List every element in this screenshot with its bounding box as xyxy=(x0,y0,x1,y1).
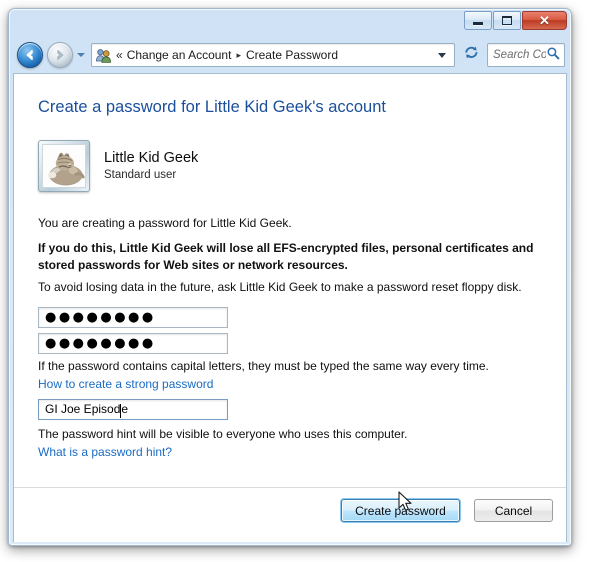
user-account-type: Standard user xyxy=(104,168,177,181)
password-hint-text-before-caret: GI Joe Episod xyxy=(45,402,121,417)
password-hint-input[interactable]: GI Joe Episode xyxy=(38,399,228,420)
password-reset-disk-text: To avoid losing data in the future, ask … xyxy=(38,280,522,294)
back-arrow-icon xyxy=(18,43,42,67)
navigation-bar: « Change an Account ▸ Create Password Se… xyxy=(9,37,571,73)
page-title: Create a password for Little Kid Geek's … xyxy=(38,98,386,116)
dialog-button-bar: Create password Cancel xyxy=(14,487,566,542)
refresh-button[interactable] xyxy=(459,43,483,67)
user-summary: Little Kid Geek Standard user xyxy=(38,140,198,192)
recent-pages-dropdown-icon[interactable] xyxy=(77,53,85,57)
password-masked-value: ●●●●●●●● xyxy=(45,310,156,325)
breadcrumb-overflow-icon[interactable]: « xyxy=(116,49,123,61)
minimize-icon xyxy=(473,22,483,25)
forward-arrow-icon xyxy=(48,43,72,67)
create-password-button[interactable]: Create password xyxy=(341,499,460,522)
address-bar[interactable]: « Change an Account ▸ Create Password xyxy=(91,43,455,67)
content-scroll-area: Create a password for Little Kid Geek's … xyxy=(14,74,566,488)
search-placeholder-text: Search Cont... xyxy=(493,49,546,61)
cancel-button[interactable]: Cancel xyxy=(474,499,553,522)
sleeping-kitten-picture xyxy=(43,145,85,187)
title-bar: ✕ xyxy=(9,9,571,37)
avatar xyxy=(38,140,90,192)
password-hint-value: GI Joe Episode xyxy=(45,402,129,418)
content-pane: Create a password for Little Kid Geek's … xyxy=(13,73,567,542)
caption-button-group: ✕ xyxy=(464,11,567,30)
control-panel-window: ✕ « Change an Account ▸ Create Password … xyxy=(8,8,572,546)
user-name: Little Kid Geek xyxy=(104,149,199,166)
confirm-password-masked-value: ●●●●●●●● xyxy=(45,336,156,351)
search-icon xyxy=(546,46,560,65)
hint-visibility-note: The password hint will be visible to eve… xyxy=(38,427,408,441)
confirm-password-input[interactable]: ●●●●●●●● xyxy=(38,333,228,354)
forward-button[interactable] xyxy=(47,42,73,68)
how-to-create-strong-password-link[interactable]: How to create a strong password xyxy=(38,377,213,391)
capital-letters-note: If the password contains capital letters… xyxy=(38,359,489,373)
chevron-down-icon[interactable] xyxy=(438,52,446,58)
close-button[interactable]: ✕ xyxy=(522,11,567,30)
user-text-block: Little Kid Geek Standard user xyxy=(104,149,198,184)
password-input[interactable]: ●●●●●●●● xyxy=(38,307,228,328)
maximize-button[interactable] xyxy=(493,11,521,30)
minimize-button[interactable] xyxy=(464,11,492,30)
creating-password-text: You are creating a password for Little K… xyxy=(38,216,292,230)
breadcrumb-separator-icon[interactable]: ▸ xyxy=(236,50,241,60)
close-icon: ✕ xyxy=(539,13,550,28)
breadcrumb-create-password[interactable]: Create Password xyxy=(246,48,338,62)
breadcrumb-change-an-account[interactable]: Change an Account xyxy=(127,48,232,62)
avatar-image xyxy=(42,144,86,188)
back-button[interactable] xyxy=(17,42,43,68)
user-accounts-icon xyxy=(95,47,112,64)
search-input[interactable]: Search Cont... xyxy=(487,43,565,67)
what-is-password-hint-link[interactable]: What is a password hint? xyxy=(38,445,172,459)
maximize-icon xyxy=(502,16,512,25)
refresh-icon xyxy=(463,44,480,66)
password-hint-text-after-caret: e xyxy=(121,402,129,417)
text-caret xyxy=(120,403,122,418)
efs-warning-text: If you do this, Little Kid Geek will los… xyxy=(38,241,534,273)
